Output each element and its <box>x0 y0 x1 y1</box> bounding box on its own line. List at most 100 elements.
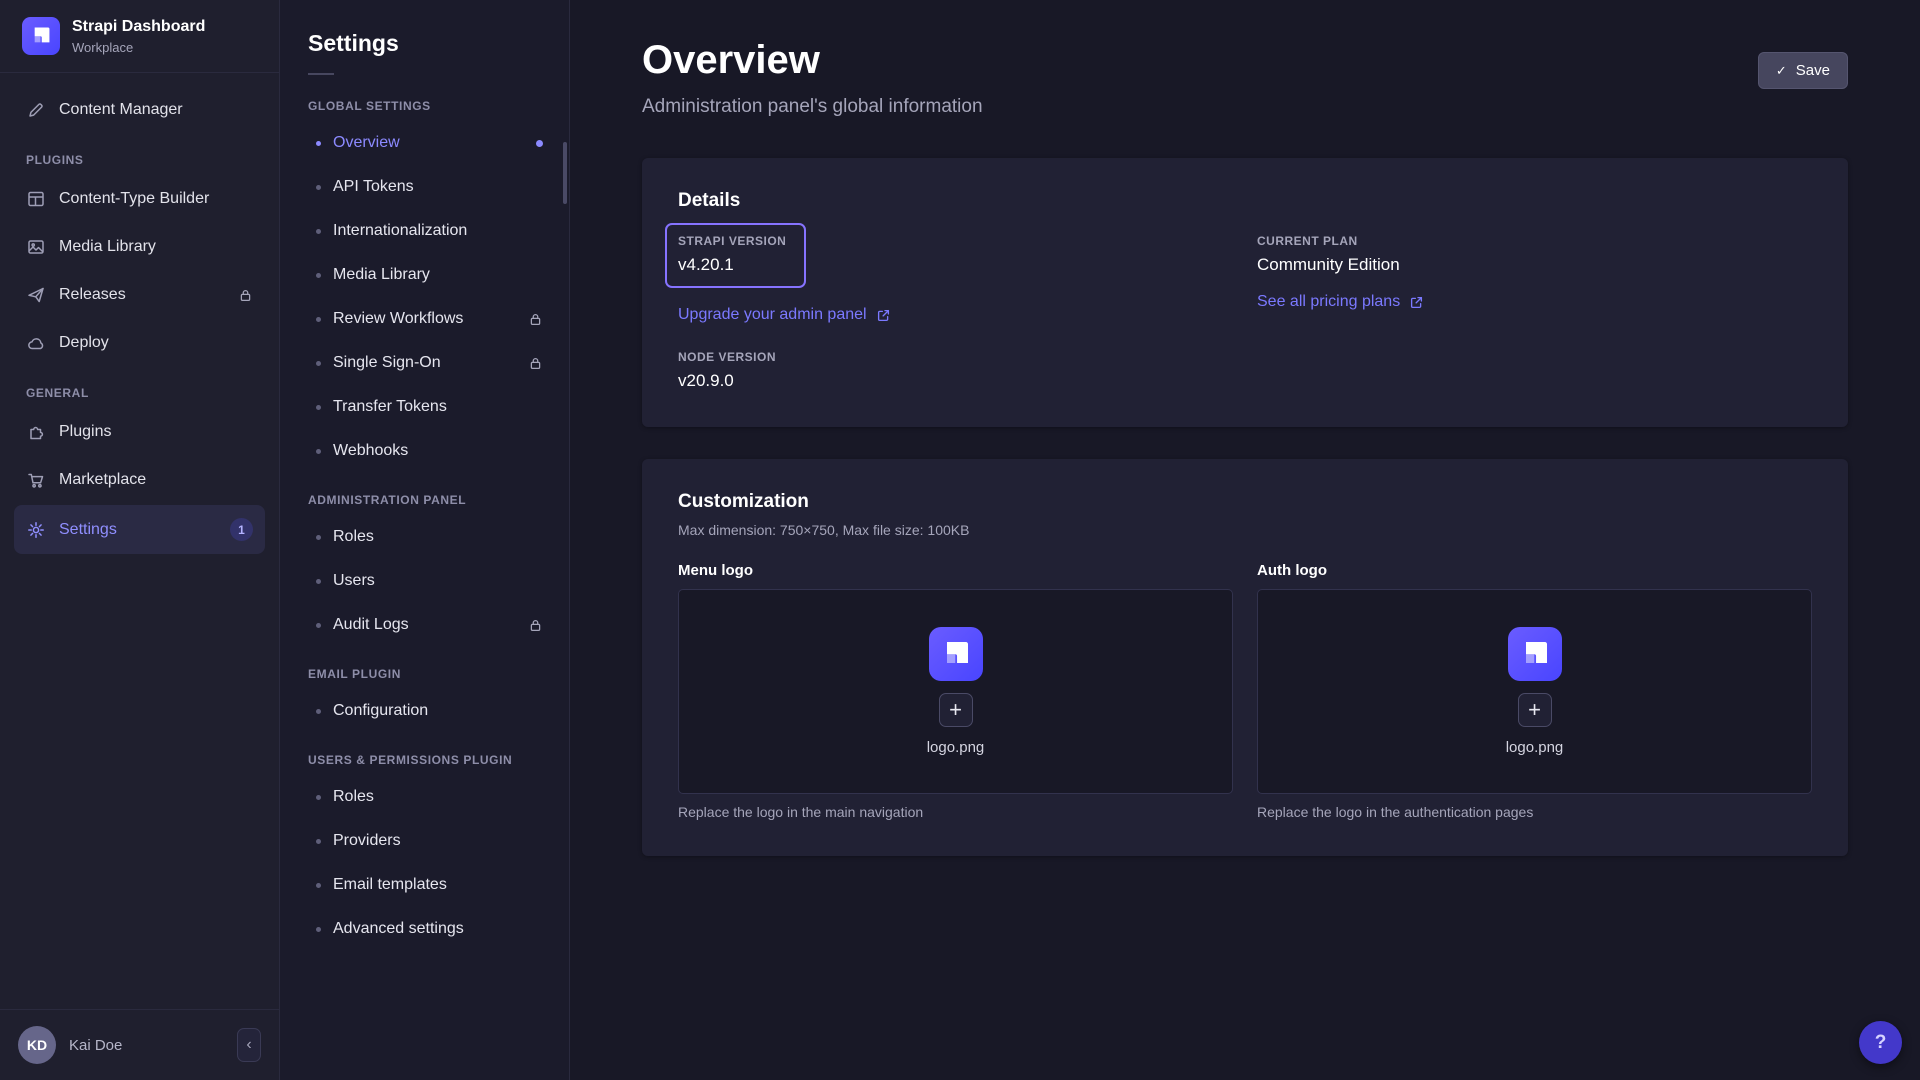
sidebar-item-marketplace[interactable]: Marketplace <box>14 457 265 503</box>
subnav-item-label: Roles <box>333 525 374 549</box>
settings-subnav: Settings GLOBAL SETTINGS Overview API To… <box>280 0 570 1080</box>
pricing-plans-link[interactable]: See all pricing plans <box>1257 293 1424 311</box>
subnav-item-advanced-settings[interactable]: Advanced settings <box>280 907 569 951</box>
menu-logo-upload-area[interactable]: + logo.png <box>678 589 1233 794</box>
field-value: v4.20.1 <box>678 255 786 275</box>
current-plan-field: CURRENT PLAN Community Edition <box>1257 234 1812 275</box>
auth-logo-upload-area[interactable]: + logo.png <box>1257 589 1812 794</box>
subnav-item-label: Webhooks <box>333 439 408 463</box>
collapse-sidebar-button[interactable]: ‹ <box>237 1028 261 1062</box>
strapi-version-field: STRAPI VERSION v4.20.1 <box>678 234 786 275</box>
lock-icon <box>528 312 543 327</box>
auth-logo-label: Auth logo <box>1257 562 1812 579</box>
external-link-icon <box>1409 295 1424 310</box>
subnav-item-transfer-tokens[interactable]: Transfer Tokens <box>280 385 569 429</box>
external-link-icon <box>876 308 891 323</box>
subnav-item-overview[interactable]: Overview <box>280 121 569 165</box>
plus-icon: + <box>949 699 962 721</box>
plus-icon: + <box>1528 699 1541 721</box>
sidebar-item-content-manager[interactable]: Content Manager <box>14 87 265 133</box>
subnav-section-email-plugin: EMAIL PLUGIN <box>280 647 569 689</box>
add-logo-button[interactable]: + <box>939 693 973 727</box>
subnav-item-admin-roles[interactable]: Roles <box>280 515 569 559</box>
subnav-item-label: Email templates <box>333 873 447 897</box>
page-subtitle: Administration panel's global informatio… <box>642 96 983 118</box>
sidebar-item-label: Plugins <box>59 423 111 441</box>
sidebar-item-label: Media Library <box>59 238 156 256</box>
subnav-item-label: Audit Logs <box>333 613 409 637</box>
customization-card: Customization Max dimension: 750×750, Ma… <box>642 459 1848 856</box>
subnav-item-internationalization[interactable]: Internationalization <box>280 209 569 253</box>
link-label: Upgrade your admin panel <box>678 306 867 324</box>
gear-icon <box>26 520 46 540</box>
question-mark-icon: ? <box>1875 1032 1887 1054</box>
upgrade-admin-panel-link[interactable]: Upgrade your admin panel <box>678 306 891 324</box>
subnav-item-label: Configuration <box>333 699 428 723</box>
pencil-icon <box>26 100 46 120</box>
image-icon <box>26 237 46 257</box>
save-button[interactable]: ✓ Save <box>1758 52 1848 89</box>
paper-plane-icon <box>26 285 46 305</box>
sidebar-item-deploy[interactable]: Deploy <box>14 320 265 366</box>
field-value: v20.9.0 <box>678 371 1233 391</box>
scrollbar-thumb[interactable] <box>563 142 567 204</box>
lock-icon <box>528 618 543 633</box>
field-value: Community Edition <box>1257 255 1812 275</box>
help-button[interactable]: ? <box>1859 1021 1902 1064</box>
auth-logo-caption: Replace the logo in the authentication p… <box>1257 804 1812 820</box>
subnav-item-configuration[interactable]: Configuration <box>280 689 569 733</box>
sidebar-section-plugins: PLUGINS <box>14 135 265 176</box>
notification-dot <box>536 140 543 147</box>
strapi-logo-icon <box>929 627 983 681</box>
sidebar-item-releases[interactable]: Releases <box>14 272 265 318</box>
layout-icon <box>26 189 46 209</box>
sidebar-item-plugins[interactable]: Plugins <box>14 409 265 455</box>
strapi-logo-icon <box>22 17 60 55</box>
sidebar-item-content-type-builder[interactable]: Content-Type Builder <box>14 176 265 222</box>
subnav-item-email-templates[interactable]: Email templates <box>280 863 569 907</box>
menu-logo-section: Menu logo + <box>678 562 1233 820</box>
sidebar-item-media-library[interactable]: Media Library <box>14 224 265 270</box>
subnav-item-api-tokens[interactable]: API Tokens <box>280 165 569 209</box>
bullet-icon <box>316 839 321 844</box>
main-sidebar: Strapi Dashboard Workplace Content Manag… <box>0 0 280 1080</box>
lock-icon <box>238 288 253 303</box>
bullet-icon <box>316 317 321 322</box>
subnav-title: Settings <box>280 0 569 57</box>
subnav-item-label: Single Sign-On <box>333 351 441 375</box>
menu-logo-caption: Replace the logo in the main navigation <box>678 804 1233 820</box>
annotation-highlight: STRAPI VERSION v4.20.1 <box>665 223 806 288</box>
menu-logo-label: Menu logo <box>678 562 1233 579</box>
bullet-icon <box>316 579 321 584</box>
bullet-icon <box>316 795 321 800</box>
workspace-brand[interactable]: Strapi Dashboard Workplace <box>0 0 279 72</box>
subnav-item-audit-logs[interactable]: Audit Logs <box>280 603 569 647</box>
subnav-item-label: Users <box>333 569 375 593</box>
subnav-item-label: Overview <box>333 131 400 155</box>
user-profile[interactable]: KD Kai Doe ‹ <box>0 1009 279 1080</box>
avatar: KD <box>18 1026 56 1064</box>
cloud-icon <box>26 333 46 353</box>
subnav-item-single-sign-on[interactable]: Single Sign-On <box>280 341 569 385</box>
subnav-item-webhooks[interactable]: Webhooks <box>280 429 569 473</box>
workspace-title: Strapi Dashboard <box>72 17 205 36</box>
subnav-item-up-roles[interactable]: Roles <box>280 775 569 819</box>
bullet-icon <box>316 449 321 454</box>
link-label: See all pricing plans <box>1257 293 1400 311</box>
sidebar-item-label: Marketplace <box>59 471 146 489</box>
bullet-icon <box>316 229 321 234</box>
strapi-logo-icon <box>1508 627 1562 681</box>
add-logo-button[interactable]: + <box>1518 693 1552 727</box>
page-title: Overview <box>642 38 983 83</box>
subnav-item-providers[interactable]: Providers <box>280 819 569 863</box>
subnav-item-media-library[interactable]: Media Library <box>280 253 569 297</box>
subnav-item-users[interactable]: Users <box>280 559 569 603</box>
field-label: NODE VERSION <box>678 350 1233 364</box>
sidebar-section-general: GENERAL <box>14 368 265 409</box>
subnav-section-administration-panel: ADMINISTRATION PANEL <box>280 473 569 515</box>
subnav-item-review-workflows[interactable]: Review Workflows <box>280 297 569 341</box>
subnav-section-global-settings: GLOBAL SETTINGS <box>280 79 569 121</box>
sidebar-item-settings[interactable]: Settings 1 <box>14 505 265 554</box>
subnav-item-label: Advanced settings <box>333 917 464 941</box>
workspace-subtitle: Workplace <box>72 40 205 55</box>
